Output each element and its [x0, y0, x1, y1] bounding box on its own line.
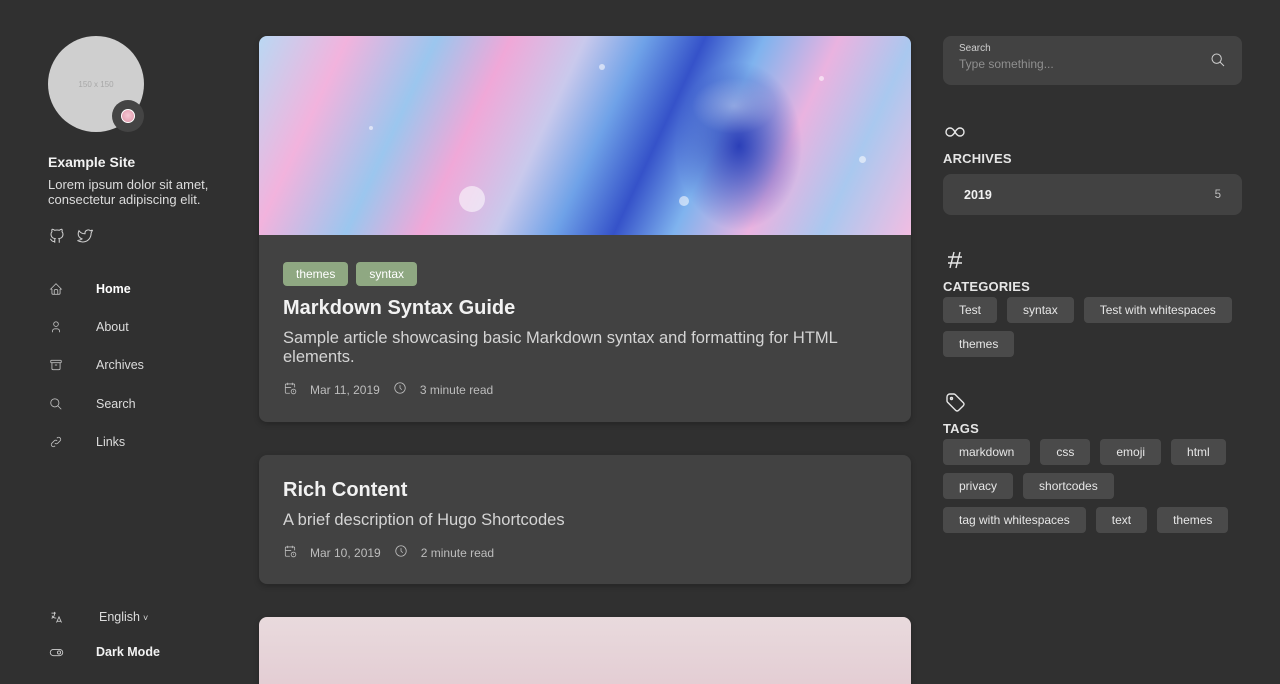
site-name[interactable]: Example Site — [48, 154, 228, 170]
dark-mode-toggle[interactable]: Dark Mode — [48, 643, 228, 661]
social-links — [48, 227, 228, 250]
tag-chip[interactable]: shortcodes — [1023, 473, 1114, 499]
category-chip[interactable]: Test with whitespaces — [1083, 297, 1232, 323]
tag-chip[interactable]: privacy — [943, 473, 1014, 499]
categories-heading: CATEGORIES — [943, 279, 1030, 294]
tags-heading: TAGS — [943, 421, 979, 436]
menu-item-label: Home — [96, 282, 131, 297]
menu-item-search[interactable]: Search — [48, 385, 228, 423]
article-card-image[interactable] — [259, 617, 911, 684]
language-icon — [48, 609, 64, 625]
search-widget: Search — [943, 36, 1242, 85]
site-description: Lorem ipsum dolor sit amet, consectetur … — [48, 177, 209, 207]
twitter-icon[interactable] — [76, 227, 94, 250]
search-input[interactable] — [959, 57, 1189, 71]
article-read-time: 3 minute read — [419, 382, 494, 397]
article-subtitle: A brief description of Hugo Shortcodes — [283, 511, 565, 529]
menu-item-label: About — [96, 320, 129, 335]
infinity-icon — [943, 120, 1242, 149]
menu-item-about[interactable]: About — [48, 308, 228, 346]
article-title[interactable]: Rich Content — [283, 479, 887, 502]
categories-widget: CATEGORIES Test syntax Test with whitesp… — [943, 248, 1242, 357]
tag-chip[interactable]: themes — [1157, 507, 1229, 533]
article-card[interactable]: Rich Content A brief description of Hugo… — [259, 455, 911, 584]
language-selected: English — [99, 610, 140, 624]
calendar-icon — [283, 381, 297, 398]
article-date: Mar 11, 2019 — [310, 382, 380, 397]
article-title[interactable]: Markdown Syntax Guide — [283, 297, 887, 320]
tag-chip[interactable]: text — [1095, 507, 1148, 533]
search-icon[interactable] — [1210, 52, 1226, 68]
article-read-time: 2 minute read — [420, 545, 495, 560]
article-card[interactable]: themes syntax Markdown Syntax Guide Samp… — [259, 36, 911, 422]
article-body: Rich Content A brief description of Hugo… — [259, 455, 911, 584]
category-list: Test syntax Test with whitespaces themes — [943, 297, 1242, 357]
category-chip[interactable]: syntax — [356, 262, 418, 286]
menu-item-archives[interactable]: Archives — [48, 346, 228, 384]
github-icon[interactable] — [48, 227, 66, 250]
article-date: Mar 10, 2019 — [310, 545, 381, 560]
menu-item-links[interactable]: Links — [48, 423, 228, 461]
avatar-placeholder-text: 150 x 150 — [78, 79, 114, 89]
calendar-icon — [283, 544, 297, 561]
category-chip[interactable]: themes — [283, 262, 349, 286]
category-chip[interactable]: syntax — [1007, 297, 1074, 323]
category-chip[interactable]: themes — [943, 331, 1015, 357]
search-label: Search — [959, 43, 991, 54]
hash-icon — [943, 248, 1242, 277]
emoji-icon — [121, 109, 135, 123]
main-menu: Home About Archives Search Links — [48, 270, 228, 461]
article-image[interactable] — [259, 36, 911, 235]
archives-widget: ARCHIVES 2019 5 — [943, 120, 1242, 215]
toggle-icon — [48, 644, 64, 660]
tag-chip[interactable]: css — [1040, 439, 1091, 465]
dark-mode-label: Dark Mode — [96, 645, 160, 659]
language-selector[interactable]: English ˅ — [48, 608, 228, 626]
chevron-down-icon: ˅ — [143, 613, 149, 623]
archive-icon — [48, 357, 64, 373]
tags-widget: TAGS markdown css emoji html privacy sho… — [943, 390, 1242, 533]
tag-chip[interactable]: emoji — [1100, 439, 1162, 465]
tag-icon — [943, 390, 1242, 419]
tag-chip[interactable]: markdown — [943, 439, 1031, 465]
link-icon — [48, 434, 64, 450]
tag-chip[interactable]: html — [1171, 439, 1226, 465]
archive-count: 5 — [1214, 188, 1221, 201]
article-subtitle: Sample article showcasing basic Markdown… — [283, 329, 838, 366]
category-chip[interactable]: Test — [943, 297, 998, 323]
article-categories: themes syntax — [283, 262, 887, 286]
left-sidebar: 150 x 150 Example Site Lorem ipsum dolor… — [48, 36, 228, 676]
menu-item-label: Archives — [96, 358, 144, 373]
language-select[interactable]: English ˅ — [96, 610, 148, 624]
tag-list: markdown css emoji html privacy shortcod… — [943, 439, 1242, 533]
article-body: themes syntax Markdown Syntax Guide Samp… — [259, 235, 911, 422]
home-icon — [48, 281, 64, 297]
article-meta: Mar 10, 2019 2 minute read — [283, 544, 887, 561]
avatar-container: 150 x 150 — [48, 36, 144, 132]
avatar-emoji-badge — [112, 100, 144, 132]
right-sidebar: Search ARCHIVES 2019 5 CATEGORIES Test s… — [943, 36, 1242, 533]
menu-item-label: Search — [96, 396, 136, 411]
menu-item-label: Links — [96, 434, 126, 449]
user-icon — [48, 319, 64, 335]
menu-item-home[interactable]: Home — [48, 270, 228, 308]
tag-chip[interactable]: tag with whitespaces — [943, 507, 1086, 533]
archive-item[interactable]: 2019 5 — [943, 174, 1242, 215]
article-meta: Mar 11, 2019 3 minute read — [283, 381, 887, 398]
archives-heading: ARCHIVES — [943, 151, 1012, 166]
archive-year: 2019 — [964, 187, 992, 202]
clock-icon — [393, 381, 407, 398]
clock-icon — [394, 544, 408, 561]
bottom-menu: English ˅ Dark Mode — [48, 608, 228, 661]
search-icon — [48, 396, 64, 412]
article-list: themes syntax Markdown Syntax Guide Samp… — [259, 36, 911, 684]
